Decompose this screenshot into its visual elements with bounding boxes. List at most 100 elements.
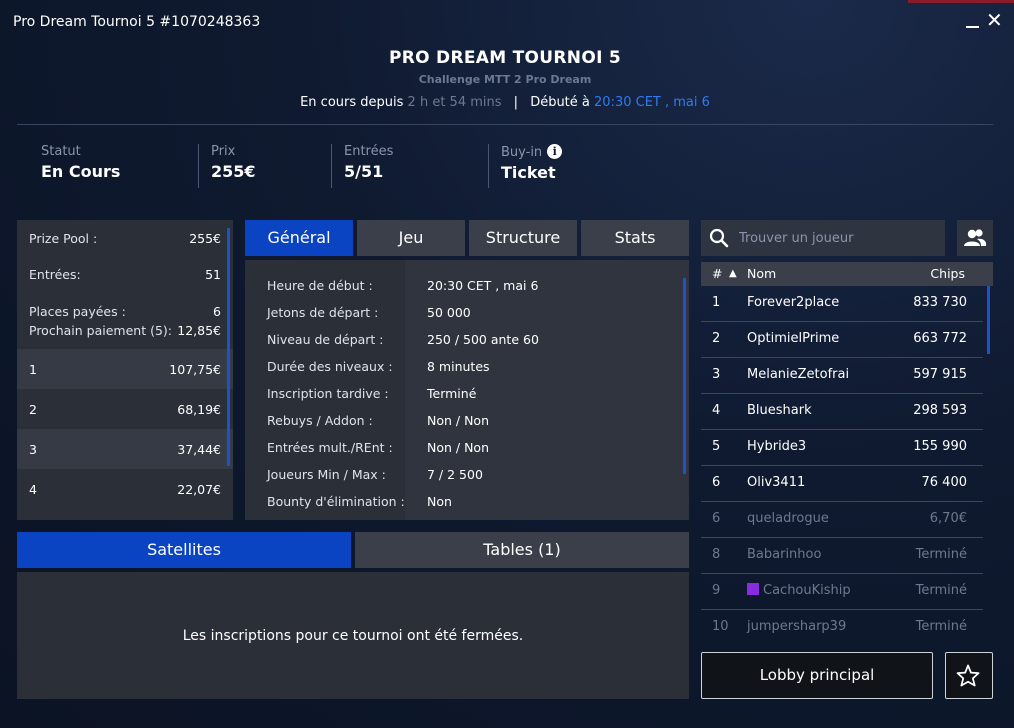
player-rank: 1 bbox=[712, 295, 721, 310]
player-chips: 76 400 bbox=[921, 475, 968, 490]
player-name: Forever2place bbox=[747, 295, 840, 310]
tournament-subtitle: Challenge MTT 2 Pro Dream bbox=[418, 73, 592, 86]
player-row[interactable]: 3 MelanieZetofrai 597 915 bbox=[701, 358, 983, 394]
tab-general[interactable]: Général bbox=[245, 220, 353, 256]
entries-value: 51 bbox=[205, 266, 221, 282]
header-divider bbox=[17, 124, 993, 125]
next-payout-label: Prochain paiement (5): bbox=[29, 322, 172, 338]
favorite-button[interactable] bbox=[945, 652, 993, 699]
close-icon[interactable]: ✕ bbox=[986, 8, 1003, 32]
tournament-stats: Statut En Cours Prix 255€ Entrées 5/51 B… bbox=[17, 144, 717, 188]
player-rank: 4 bbox=[712, 403, 721, 418]
player-name: Babarinhoo bbox=[747, 547, 822, 562]
player-chips: 663 772 bbox=[913, 331, 967, 346]
players-header: # ▲ Nom Chips bbox=[701, 262, 993, 286]
info-key: Rebuys / Addon : bbox=[267, 413, 373, 428]
entries-label: Entrées: bbox=[29, 266, 81, 282]
stat-entries: Entrées 5/51 bbox=[331, 144, 393, 188]
player-row[interactable]: 10 jumpersharp39 Terminé bbox=[701, 610, 983, 640]
info-key: Durée des niveaux : bbox=[267, 359, 393, 374]
started-value: 20:30 CET , mai 6 bbox=[594, 95, 710, 110]
player-row[interactable]: 6 Oliv3411 76 400 bbox=[701, 466, 983, 502]
stat-value: 5/51 bbox=[344, 162, 384, 181]
player-row[interactable]: 8 Babarinhoo Terminé bbox=[701, 538, 983, 574]
tab-jeu[interactable]: Jeu bbox=[357, 220, 465, 256]
header-name[interactable]: Nom bbox=[747, 266, 776, 281]
players-scrollbar[interactable] bbox=[987, 286, 990, 354]
tab-stats[interactable]: Stats bbox=[581, 220, 689, 256]
started-label: Débuté à bbox=[530, 95, 590, 110]
bottom-tabs: Satellites Tables (1) bbox=[17, 532, 689, 568]
player-row[interactable]: 6 queladrogue 6,70€ bbox=[701, 502, 983, 538]
player-chips: 298 593 bbox=[913, 403, 967, 418]
player-chips: Terminé bbox=[915, 619, 967, 634]
header-rank[interactable]: # bbox=[712, 266, 722, 281]
stat-value: En Cours bbox=[41, 162, 121, 181]
prize-pool-row: Prize Pool : 255€ bbox=[17, 220, 233, 256]
stat-label: Entrées bbox=[344, 144, 394, 159]
minimize-icon[interactable] bbox=[964, 10, 980, 30]
timing-separator: | bbox=[513, 95, 519, 110]
payout-place: 2 bbox=[29, 401, 37, 417]
payout-amount: 22,07€ bbox=[177, 481, 221, 497]
player-rank: 6 bbox=[712, 475, 721, 490]
player-name: Hybride3 bbox=[747, 439, 807, 454]
info-value: 7 / 2 500 bbox=[427, 467, 483, 482]
payout-row: 2 68,19€ bbox=[17, 389, 233, 429]
player-row[interactable]: 4 Blueshark 298 593 bbox=[701, 394, 983, 430]
player-chips: 833 730 bbox=[913, 295, 967, 310]
tab-structure[interactable]: Structure bbox=[469, 220, 577, 256]
players-list: 1 Forever2place 833 730 2 OptimielPrime 663 … bbox=[701, 286, 993, 640]
friends-button[interactable] bbox=[957, 220, 993, 256]
player-chips: 6,70€ bbox=[929, 511, 967, 526]
payout-place: 1 bbox=[29, 361, 37, 377]
player-chips: 597 915 bbox=[913, 367, 967, 382]
header-chips[interactable]: Chips bbox=[930, 266, 965, 281]
prize-pool-value: 255€ bbox=[189, 230, 221, 246]
info-value: Non / Non bbox=[427, 440, 489, 455]
info-icon[interactable]: i bbox=[547, 144, 563, 159]
player-row[interactable]: 5 Hybride3 155 990 bbox=[701, 430, 983, 466]
payout-row: 1 107,75€ bbox=[17, 349, 233, 389]
player-name-with-flag: CachouKiship bbox=[747, 583, 851, 598]
stat-label: Prix bbox=[211, 144, 236, 159]
info-key: Inscription tardive : bbox=[267, 386, 389, 401]
player-row[interactable]: 1 Forever2place 833 730 bbox=[701, 286, 983, 322]
payout-place: 4 bbox=[29, 481, 37, 497]
player-row[interactable]: 2 OptimielPrime 663 772 bbox=[701, 322, 983, 358]
main-lobby-button[interactable]: Lobby principal bbox=[701, 652, 933, 699]
stat-buyin: Buy-in i Ticket bbox=[488, 144, 563, 188]
player-rank: 8 bbox=[712, 547, 721, 562]
player-chips: Terminé bbox=[915, 547, 967, 562]
player-rank: 9 bbox=[712, 583, 721, 598]
player-search[interactable] bbox=[701, 220, 945, 256]
player-row[interactable]: 9 CachouKiship Terminé bbox=[701, 574, 983, 610]
search-input[interactable] bbox=[739, 228, 939, 248]
player-name: queladrogue bbox=[747, 511, 829, 526]
player-name: Oliv3411 bbox=[747, 475, 806, 490]
stat-label: Buy-in i bbox=[501, 144, 563, 160]
info-value: Terminé bbox=[427, 386, 477, 401]
sort-asc-icon[interactable]: ▲ bbox=[729, 268, 737, 279]
tournament-header: PRO DREAM TOURNOI 5 Challenge MTT 2 Pro … bbox=[0, 48, 1010, 110]
payout-amount: 68,19€ bbox=[177, 401, 221, 417]
player-chips: Terminé bbox=[915, 583, 967, 598]
payout-amount: 107,75€ bbox=[169, 361, 221, 377]
entries-row: Entrées: 51 bbox=[17, 256, 233, 292]
info-value: Non bbox=[427, 494, 452, 509]
paid-places-label: Places payées : bbox=[29, 303, 126, 319]
paid-places-value: 6 bbox=[213, 303, 221, 319]
general-scrollbar[interactable] bbox=[683, 278, 686, 474]
tab-satellites[interactable]: Satellites bbox=[17, 532, 351, 568]
satellites-panel: Les inscriptions pour ce tournoi ont été… bbox=[17, 572, 689, 699]
info-value: 250 / 500 ante 60 bbox=[427, 332, 539, 347]
info-value: 50 000 bbox=[427, 305, 471, 320]
payout-row: 4 22,07€ bbox=[17, 469, 233, 509]
info-key: Joueurs Min / Max : bbox=[267, 467, 386, 482]
next-payout-value: 12,85€ bbox=[177, 322, 221, 338]
info-key: Heure de début : bbox=[267, 278, 373, 293]
tab-tables[interactable]: Tables (1) bbox=[355, 532, 689, 568]
running-value: 2 h et 54 mins bbox=[407, 95, 502, 110]
prize-scrollbar[interactable] bbox=[227, 228, 230, 466]
stat-value: 255€ bbox=[211, 162, 256, 181]
